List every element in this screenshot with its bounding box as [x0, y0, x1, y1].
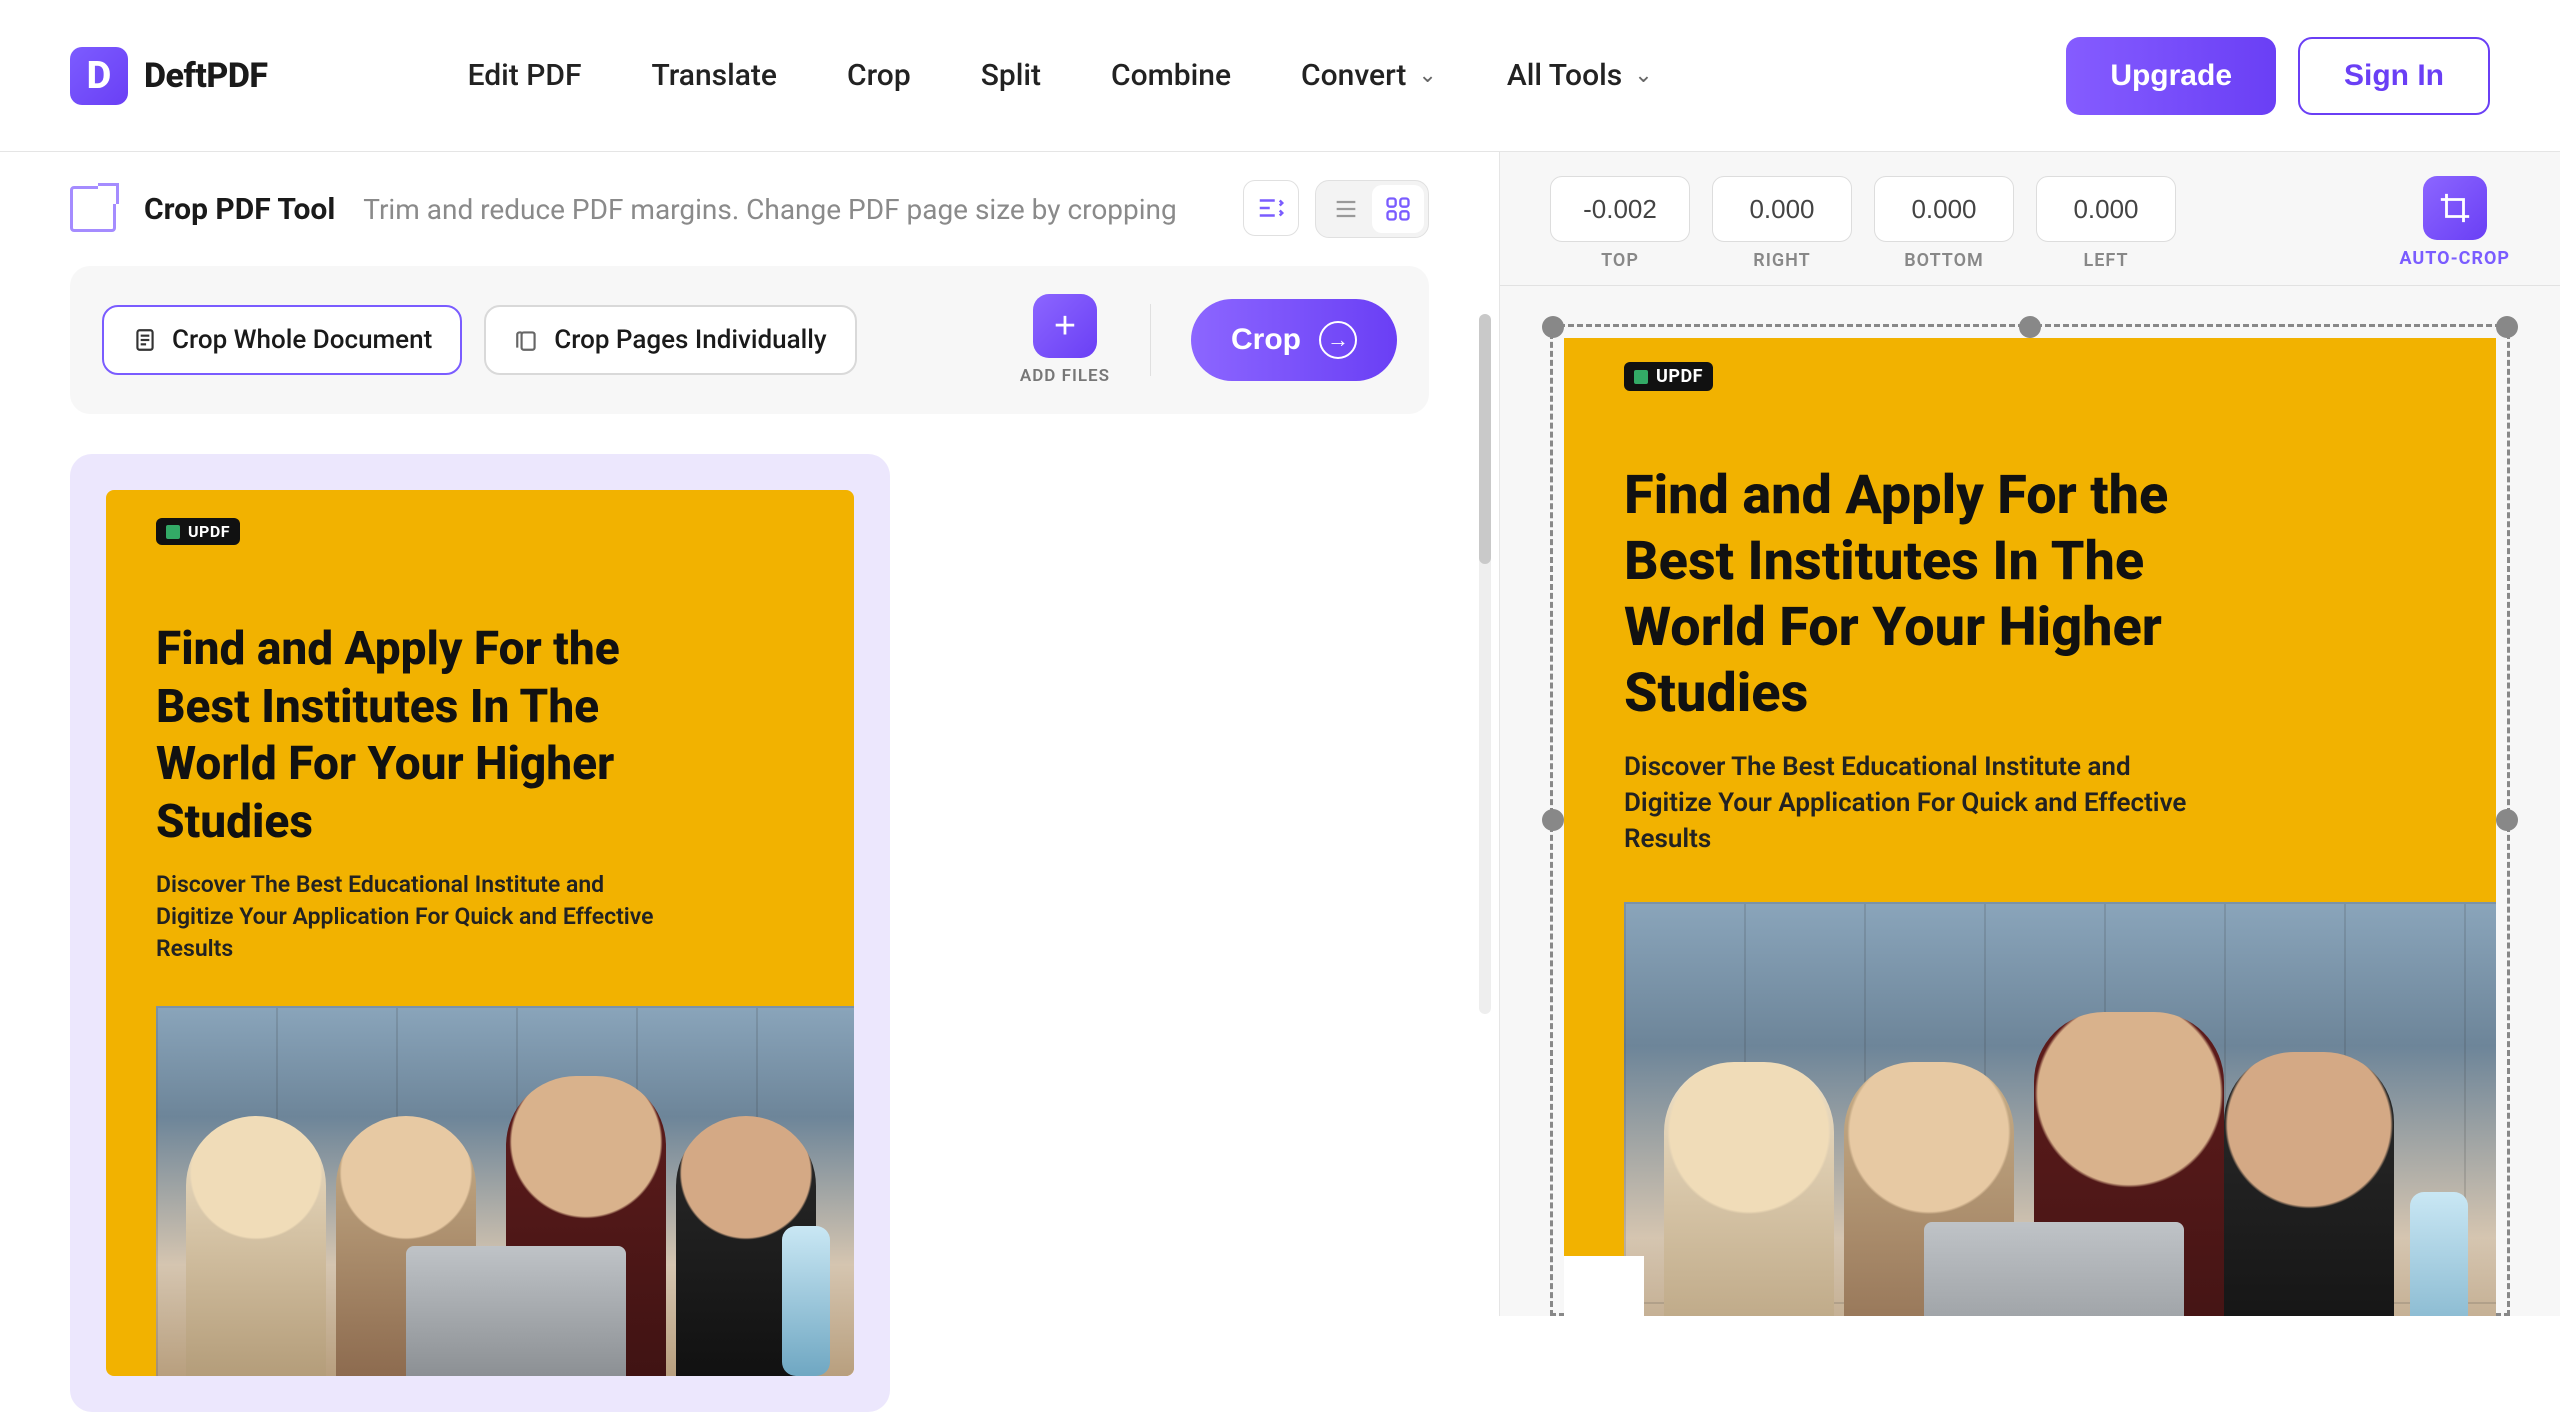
nav-translate[interactable]: Translate — [651, 58, 777, 93]
crop-margins-bar: TOP RIGHT BOTTOM LEFT AUTO-CROP — [1500, 152, 2560, 286]
nav-edit-pdf[interactable]: Edit PDF — [468, 58, 582, 93]
crop-handle-mr[interactable] — [2496, 809, 2518, 831]
doc-brand: UPDF — [188, 522, 230, 541]
divider — [1150, 304, 1151, 376]
autocrop-button[interactable] — [2423, 176, 2487, 240]
crop-handle-tr[interactable] — [2496, 316, 2518, 338]
autocrop-wrap: AUTO-CROP — [2399, 176, 2510, 269]
margin-top-col: TOP — [1550, 176, 1690, 271]
margin-top-input[interactable] — [1550, 176, 1690, 242]
tool-subtitle: Trim and reduce PDF margins. Change PDF … — [363, 193, 1176, 226]
doc-photo — [156, 1006, 854, 1376]
crop-handle-tl[interactable] — [1542, 316, 1564, 338]
add-files-button[interactable]: + — [1033, 294, 1097, 358]
sort-button[interactable] — [1243, 180, 1299, 236]
chevron-down-icon: ⌄ — [1634, 63, 1652, 88]
grid-view-button[interactable] — [1372, 185, 1424, 233]
pages-icon — [514, 327, 540, 353]
margin-top-label: TOP — [1601, 250, 1639, 271]
doc-sub: Discover The Best Educational Institute … — [156, 869, 676, 966]
signin-button[interactable]: Sign In — [2298, 37, 2490, 115]
nav-all-tools[interactable]: All Tools ⌄ — [1507, 58, 1653, 93]
view-mode-toggle — [1315, 180, 1429, 238]
arrow-right-icon: → — [1319, 321, 1357, 359]
view-toggles — [1243, 180, 1429, 238]
margin-right-col: RIGHT — [1712, 176, 1852, 271]
doc-preview-content-large: UPDF Find and Apply For the Best Institu… — [1564, 338, 2496, 1316]
margin-left-label: LEFT — [2083, 250, 2128, 271]
crop-stage: UPDF Find and Apply For the Best Institu… — [1550, 324, 2510, 1316]
crop-options-bar: Crop Whole Document Crop Pages Individua… — [70, 266, 1429, 414]
nav-crop[interactable]: Crop — [847, 58, 911, 93]
doc-preview-content: UPDF Find and Apply For the Best Institu… — [106, 490, 854, 1376]
doc-heading: Find and Apply For the Best Institutes I… — [156, 621, 716, 851]
page-thumbnail: UPDF Find and Apply For the Best Institu… — [106, 490, 854, 1376]
crop-tool-icon — [70, 186, 116, 232]
logo[interactable]: D DeftPDF — [70, 47, 268, 105]
tool-title: Crop PDF Tool — [144, 192, 335, 227]
app-header: D DeftPDF Edit PDF Translate Crop Split … — [0, 0, 2560, 152]
document-icon — [132, 327, 158, 353]
page-white-margin — [1564, 1256, 1644, 1316]
upgrade-button[interactable]: Upgrade — [2066, 37, 2276, 115]
doc-brand-large: UPDF — [1656, 366, 1703, 387]
main-nav: Edit PDF Translate Crop Split Combine Co… — [468, 58, 1653, 93]
crop-handle-ml[interactable] — [1542, 809, 1564, 831]
chevron-down-icon: ⌄ — [1418, 63, 1436, 88]
add-files-wrap: + ADD FILES — [1020, 294, 1110, 386]
crop-pages-label: Crop Pages Individually — [554, 325, 826, 355]
plus-icon: + — [1054, 305, 1076, 348]
logo-mark-icon: D — [70, 47, 128, 105]
left-panel: Crop PDF Tool Trim and reduce PDF margin… — [0, 152, 1500, 1316]
margin-left-col: LEFT — [2036, 176, 2176, 271]
header-actions: Upgrade Sign In — [2066, 37, 2490, 115]
margin-bottom-label: BOTTOM — [1904, 250, 1984, 271]
margin-bottom-input[interactable] — [1874, 176, 2014, 242]
crop-handle-tm[interactable] — [2019, 316, 2041, 338]
crop-button-label: Crop — [1231, 323, 1301, 357]
add-files-label: ADD FILES — [1020, 366, 1110, 386]
crop-whole-document-chip[interactable]: Crop Whole Document — [102, 305, 462, 375]
scroll-thumb[interactable] — [1479, 314, 1491, 564]
list-view-button[interactable] — [1320, 185, 1372, 233]
crop-button[interactable]: Crop → — [1191, 299, 1397, 381]
nav-convert-label: Convert — [1301, 58, 1406, 93]
nav-split[interactable]: Split — [981, 58, 1041, 93]
nav-alltools-label: All Tools — [1507, 58, 1622, 93]
margin-left-input[interactable] — [2036, 176, 2176, 242]
crop-whole-label: Crop Whole Document — [172, 325, 432, 355]
page-thumbnail-card[interactable]: UPDF Find and Apply For the Best Institu… — [70, 454, 890, 1412]
doc-heading-large: Find and Apply For the Best Institutes I… — [1624, 463, 2264, 727]
margin-bottom-col: BOTTOM — [1874, 176, 2014, 271]
right-panel: TOP RIGHT BOTTOM LEFT AUTO-CROP — [1500, 152, 2560, 1316]
autocrop-label: AUTO-CROP — [2399, 248, 2510, 269]
crop-pages-individually-chip[interactable]: Crop Pages Individually — [484, 305, 856, 375]
margin-right-label: RIGHT — [1753, 250, 1810, 271]
nav-combine[interactable]: Combine — [1111, 58, 1231, 93]
page-preview: UPDF Find and Apply For the Best Institu… — [1564, 338, 2496, 1316]
updf-badge: UPDF — [156, 518, 240, 545]
updf-badge-large: UPDF — [1624, 362, 1713, 391]
logo-text: DeftPDF — [144, 56, 268, 96]
crop-icon — [2438, 191, 2472, 225]
doc-sub-large: Discover The Best Educational Institute … — [1624, 749, 2224, 858]
doc-photo-large — [1624, 902, 2496, 1316]
margin-right-input[interactable] — [1712, 176, 1852, 242]
tool-header: Crop PDF Tool Trim and reduce PDF margin… — [0, 152, 1499, 266]
nav-convert[interactable]: Convert ⌄ — [1301, 58, 1437, 93]
left-scrollbar[interactable] — [1479, 314, 1491, 1014]
